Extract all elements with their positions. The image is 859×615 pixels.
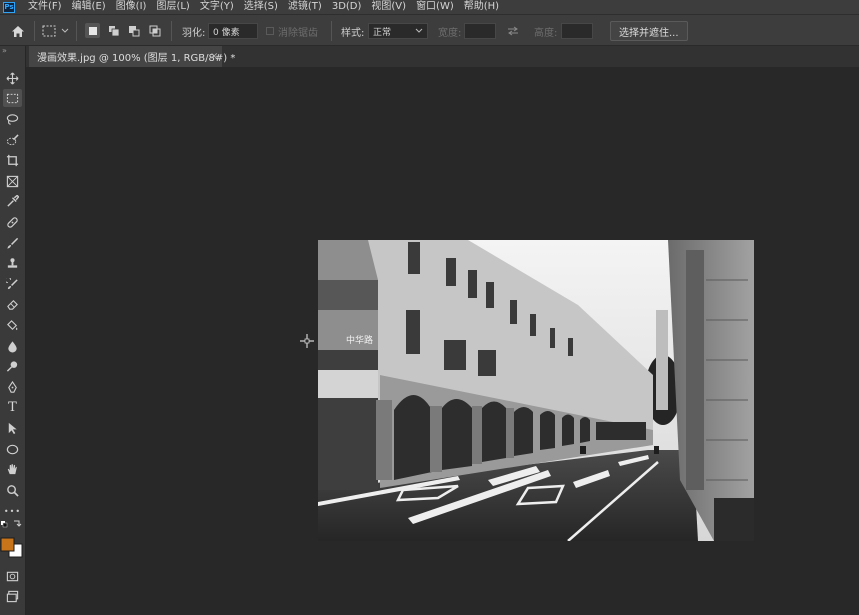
path-selection-tool-icon[interactable]: [3, 419, 22, 437]
rect-marquee-tool-icon[interactable]: [3, 89, 22, 107]
menu-filter[interactable]: 滤镜(T): [283, 0, 327, 14]
collapse-panel-icon[interactable]: »: [2, 46, 7, 55]
style-select[interactable]: 正常: [368, 23, 428, 39]
quick-mask-icon[interactable]: [3, 567, 22, 585]
width-label: 宽度:: [438, 27, 462, 39]
subtract-from-selection-icon[interactable]: [126, 23, 141, 38]
style-select-value: 正常: [373, 27, 392, 38]
document-tab[interactable]: 漫画效果.jpg @ 100% (图层 1, RGB/8#) *: [29, 46, 235, 67]
separator: [171, 21, 172, 41]
home-icon[interactable]: [9, 15, 27, 47]
foreground-color-swatch: [0, 537, 15, 552]
menu-3d[interactable]: 3D(D): [327, 0, 367, 14]
swap-dimensions-icon[interactable]: [507, 15, 519, 47]
move-tool-icon[interactable]: [3, 69, 22, 87]
paint-bucket-tool-icon[interactable]: [3, 316, 22, 334]
separator: [76, 21, 77, 41]
menu-window[interactable]: 窗口(W): [411, 0, 459, 14]
dodge-tool-icon[interactable]: [3, 357, 22, 375]
menu-select[interactable]: 选择(S): [239, 0, 283, 14]
rect-marquee-icon: [42, 25, 56, 37]
tools-panel: » T •••: [0, 46, 26, 615]
swap-colors-icon: [14, 520, 22, 527]
height-label: 高度:: [534, 27, 558, 39]
antialias-checkbox[interactable]: 消除锯齿: [266, 15, 318, 47]
document-image[interactable]: 中华路: [318, 240, 754, 541]
marquee-preset-picker[interactable]: [42, 15, 70, 47]
width-input[interactable]: [464, 23, 496, 39]
options-bar: 羽化: 0 像素 消除锯齿 样式: 正常 宽度: 高度: 选择并遮住...: [0, 14, 859, 46]
intersect-selection-icon[interactable]: [147, 23, 162, 38]
zoom-tool-icon[interactable]: [3, 481, 22, 499]
chevron-down-icon: [415, 28, 423, 33]
crosshair-cursor-icon: [300, 334, 314, 348]
new-selection-icon[interactable]: [85, 23, 100, 38]
menu-layer[interactable]: 图层(L): [151, 0, 194, 14]
lasso-tool-icon[interactable]: [3, 110, 22, 128]
eraser-tool-icon[interactable]: [3, 295, 22, 313]
separator: [331, 21, 332, 41]
screen-mode-icon[interactable]: [3, 587, 22, 605]
separator: [34, 21, 35, 41]
height-input[interactable]: [561, 23, 593, 39]
type-tool-icon[interactable]: T: [3, 398, 22, 416]
default-colors-icon: [1, 521, 8, 528]
add-to-selection-icon[interactable]: [106, 23, 121, 38]
close-icon[interactable]: ×: [210, 46, 218, 67]
style-label: 样式:: [341, 27, 365, 39]
clone-stamp-tool-icon[interactable]: [3, 254, 22, 272]
menu-bar: Ps 文件(F) 编辑(E) 图像(I) 图层(L) 文字(Y) 选择(S) 滤…: [0, 0, 859, 14]
pen-tool-icon[interactable]: [3, 378, 22, 396]
chevron-down-icon: [61, 28, 69, 33]
hand-tool-icon[interactable]: [3, 460, 22, 478]
menu-edit[interactable]: 编辑(E): [67, 0, 111, 14]
crop-tool-icon[interactable]: [3, 151, 22, 169]
frame-tool-icon[interactable]: [3, 172, 22, 190]
eyedropper-tool-icon[interactable]: [3, 192, 22, 210]
menu-file[interactable]: 文件(F): [23, 0, 67, 14]
feather-input[interactable]: 0 像素: [208, 23, 258, 39]
history-brush-tool-icon[interactable]: [3, 275, 22, 293]
color-swatches: [0, 518, 26, 558]
antialias-label: 消除锯齿: [278, 27, 318, 39]
quick-selection-tool-icon[interactable]: [3, 131, 22, 149]
brush-tool-icon[interactable]: [3, 234, 22, 252]
menu-type[interactable]: 文字(Y): [195, 0, 239, 14]
menu-image[interactable]: 图像(I): [111, 0, 152, 14]
document-tab-bar: 漫画效果.jpg @ 100% (图层 1, RGB/8#) * ×: [26, 46, 859, 67]
checkbox-icon: [266, 27, 274, 35]
ellipse-tool-icon[interactable]: [3, 440, 22, 458]
shop-sign: 中华路: [346, 334, 373, 346]
feather-label: 羽化:: [182, 27, 206, 39]
menu-help[interactable]: 帮助(H): [459, 0, 504, 14]
blur-tool-icon[interactable]: [3, 337, 22, 355]
menu-view[interactable]: 视图(V): [366, 0, 411, 14]
photoshop-logo-icon: Ps: [3, 1, 15, 13]
select-and-mask-button[interactable]: 选择并遮住...: [610, 21, 688, 41]
healing-brush-tool-icon[interactable]: [3, 213, 22, 231]
